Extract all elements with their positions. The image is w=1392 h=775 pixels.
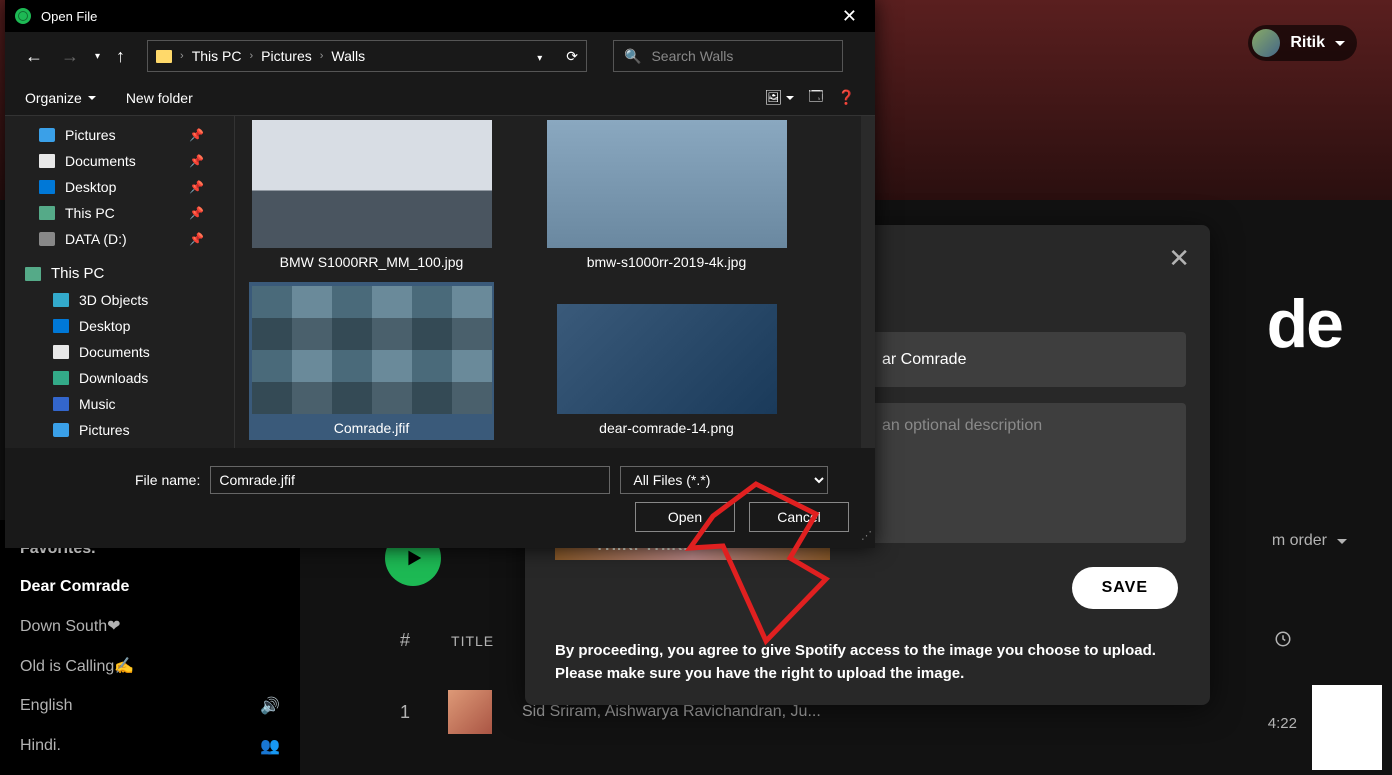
refresh-icon[interactable]: ⟳ <box>566 48 578 65</box>
sort-order[interactable]: m order <box>1272 532 1347 550</box>
tree-music[interactable]: Music <box>5 391 234 417</box>
filename-label: File name: <box>135 472 200 488</box>
avatar <box>1252 29 1280 57</box>
resize-grip-icon[interactable]: ⋰ <box>861 529 869 542</box>
tree-this-pc[interactable]: This PC <box>5 260 234 287</box>
new-folder-button[interactable]: New folder <box>126 90 193 106</box>
filetype-select[interactable]: All Files (*.*) <box>620 466 828 494</box>
chevron-down-icon <box>1337 539 1347 549</box>
files-scrollbar[interactable] <box>861 116 875 448</box>
volume-icon: 🔊 <box>260 696 280 716</box>
tree-documents[interactable]: Documents📌 <box>5 148 234 174</box>
preview-pane-icon[interactable]: 🗔 <box>808 86 823 110</box>
cancel-button[interactable]: Cancel <box>749 502 849 532</box>
view-icon[interactable]: 🖼 <box>765 89 795 106</box>
organize-menu[interactable]: Organize <box>25 90 96 106</box>
chevron-down-icon <box>1335 41 1345 51</box>
sidebar-item-down-south[interactable]: Down South❤ <box>20 606 280 646</box>
search-input[interactable]: 🔍 Search Walls <box>613 40 843 72</box>
back-icon[interactable]: ← <box>23 44 45 69</box>
dialog-toolbar: Organize New folder 🖼 🗔 ❓ <box>5 80 875 116</box>
user-name: Ritik <box>1290 34 1325 52</box>
tree-this-pc-quick[interactable]: This PC📌 <box>5 200 234 226</box>
tree-pictures[interactable]: Pictures📌 <box>5 122 234 148</box>
sidebar-item-old-is-calling[interactable]: Old is Calling✍ <box>20 646 280 686</box>
sidebar: Favorites. Dear Comrade Down South❤ Old … <box>0 520 300 775</box>
filename-input[interactable] <box>210 466 610 494</box>
file-item[interactable]: BMW S1000RR_MM_100.jpg <box>249 116 494 274</box>
file-thumbnail <box>252 286 492 414</box>
playlist-desc-input[interactable]: an optional description <box>866 403 1186 543</box>
file-thumbnail <box>557 304 777 414</box>
history-chevron-icon[interactable]: ▾ <box>95 51 100 62</box>
tree-downloads[interactable]: Downloads <box>5 365 234 391</box>
breadcrumb[interactable]: › This PC › Pictures › Walls ▾ ⟳ <box>147 40 587 72</box>
open-file-dialog: Open File ✕ ← → ▾ ↑ › This PC › Pictures… <box>5 0 875 548</box>
tree-desktop[interactable]: Desktop📌 <box>5 174 234 200</box>
folder-icon <box>156 50 172 63</box>
up-icon[interactable]: ↑ <box>114 44 127 69</box>
dialog-bottom: File name: All Files (*.*) Open Cancel ⋰ <box>5 448 875 548</box>
tree-data-d[interactable]: DATA (D:)📌 <box>5 226 234 252</box>
sidebar-item-dear-comrade[interactable]: Dear Comrade <box>20 568 280 606</box>
file-thumbnail <box>252 120 492 248</box>
file-item[interactable]: bmw-s1000rr-2019-4k.jpg <box>544 116 789 274</box>
playlist-title-partial: de <box>1267 285 1342 363</box>
close-icon[interactable]: ✕ <box>1168 243 1190 274</box>
duration-icon <box>1274 630 1292 653</box>
dialog-nav: ← → ▾ ↑ › This PC › Pictures › Walls ▾ ⟳… <box>5 32 875 80</box>
dialog-title: Open File <box>41 9 97 24</box>
sidebar-item-english[interactable]: English🔊 <box>20 686 280 726</box>
upload-disclaimer: By proceeding, you agree to give Spotify… <box>555 640 1180 685</box>
breadcrumb-walls[interactable]: Walls <box>331 48 365 64</box>
open-button[interactable]: Open <box>635 502 735 532</box>
tree-pictures-2[interactable]: Pictures <box>5 417 234 443</box>
tree-documents-2[interactable]: Documents <box>5 339 234 365</box>
help-icon[interactable]: ❓ <box>838 89 855 106</box>
file-item-selected[interactable]: Comrade.jfif <box>249 282 494 440</box>
search-icon: 🔍 <box>624 48 641 65</box>
dialog-titlebar: Open File ✕ <box>5 0 875 32</box>
folder-tree: Pictures📌 Documents📌 Desktop📌 This PC📌 D… <box>5 116 235 448</box>
track-art <box>448 690 492 734</box>
playlist-name-input[interactable]: ar Comrade <box>866 332 1186 387</box>
user-menu[interactable]: Ritik <box>1248 25 1357 61</box>
track-artists: Sid Sriram, Aishwarya Ravichandran, Ju..… <box>522 703 821 721</box>
breadcrumb-this-pc[interactable]: This PC <box>192 48 242 64</box>
file-grid: BMW S1000RR_MM_100.jpg bmw-s1000rr-2019-… <box>235 116 875 448</box>
tree-desktop-2[interactable]: Desktop <box>5 313 234 339</box>
file-thumbnail <box>547 120 787 248</box>
sidebar-item-hindi[interactable]: Hindi.👥 <box>20 726 280 766</box>
track-header: # TITLE <box>400 630 494 651</box>
white-overlay <box>1312 685 1382 770</box>
breadcrumb-pictures[interactable]: Pictures <box>261 48 312 64</box>
save-button[interactable]: SAVE <box>1072 567 1178 609</box>
spotify-icon <box>15 8 31 24</box>
tree-3d-objects[interactable]: 3D Objects <box>5 287 234 313</box>
forward-icon[interactable]: → <box>59 44 81 69</box>
friends-icon: 👥 <box>260 736 280 756</box>
file-item[interactable]: dear-comrade-14.png <box>544 282 789 440</box>
track-duration: 4:22 <box>1268 715 1297 732</box>
close-icon[interactable]: ✕ <box>834 6 865 27</box>
